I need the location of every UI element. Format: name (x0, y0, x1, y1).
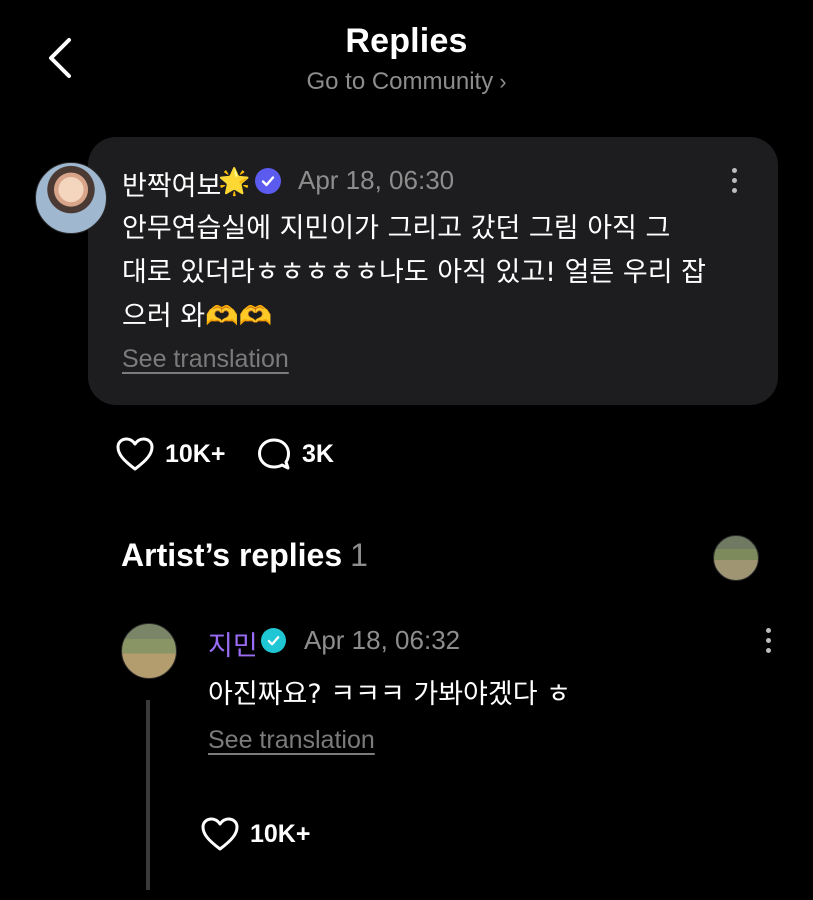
post-author-name[interactable]: 반짝여보 (122, 164, 221, 203)
star-emoji: 🌟 (218, 166, 251, 196)
reply-more-options-icon[interactable] (758, 620, 778, 660)
verified-badge-icon (255, 168, 281, 194)
check-icon (267, 636, 280, 646)
go-to-community-label: Go to Community (306, 68, 494, 95)
post-timestamp: Apr 18, 06:30 (298, 165, 455, 195)
thread-line (146, 700, 150, 890)
post-more-options-icon[interactable] (724, 160, 744, 200)
comment-bubble-icon (258, 438, 290, 470)
post-see-translation-link[interactable]: See translation (122, 345, 289, 374)
reply-timestamp: Apr 18, 06:32 (304, 625, 461, 655)
go-to-community-link[interactable]: Go to Community › (0, 68, 813, 96)
post-comment-count: 3K (302, 439, 334, 468)
reply-author-name[interactable]: 지민 (208, 624, 258, 663)
artist-verified-badge-icon (261, 628, 286, 653)
reply-body: 아진짜요? ㅋㅋㅋ 가봐야겠다 ㅎ (208, 679, 571, 710)
heart-icon (201, 817, 239, 851)
post-like-button[interactable]: 10K+ (115, 432, 225, 476)
reply-author-avatar[interactable] (121, 623, 177, 679)
artist-replies-title: Artist’s replies (121, 537, 343, 573)
post-body: 안무연습실에 지민이가 그리고 갔던 그림 아직 그 대로 있더라ㅎㅎㅎㅎㅎ나도… (122, 213, 706, 332)
heart-icon (116, 437, 154, 471)
author-avatar[interactable] (35, 162, 107, 234)
check-icon (261, 176, 275, 187)
post-like-count: 10K+ (165, 439, 226, 468)
reply-like-button[interactable]: 10K+ (200, 812, 310, 856)
reply-like-count: 10K+ (250, 819, 311, 848)
reply-see-translation-link[interactable]: See translation (208, 726, 375, 755)
artist-replies-heading: Artist’s replies 1 (121, 537, 368, 574)
page-title: Replies (345, 22, 468, 60)
chevron-right-icon: › (499, 69, 507, 94)
post-comment-button[interactable]: 3K (256, 432, 334, 476)
artist-replies-count: 1 (350, 537, 368, 573)
artist-avatar-small[interactable] (713, 535, 759, 581)
